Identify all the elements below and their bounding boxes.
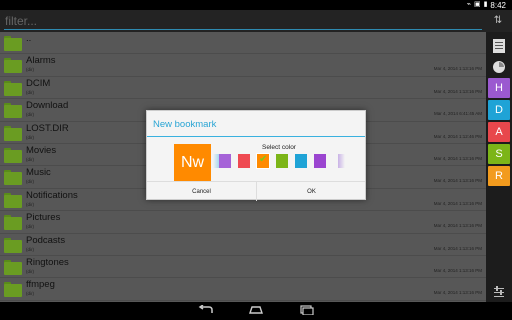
color-swatch[interactable] xyxy=(295,154,307,168)
color-swatch[interactable]: ✔ xyxy=(256,153,270,169)
color-swatch[interactable] xyxy=(276,154,288,168)
color-swatch[interactable] xyxy=(314,154,326,168)
title-divider xyxy=(147,136,365,137)
select-color-label: Select color xyxy=(262,144,296,151)
scroll-fade-right xyxy=(338,154,345,168)
dialog-buttons: Cancel OK xyxy=(147,181,366,201)
color-picker: ✔ xyxy=(213,153,345,169)
cancel-button[interactable]: Cancel xyxy=(147,182,256,201)
bookmark-preview: Nw xyxy=(174,144,211,181)
ok-button[interactable]: OK xyxy=(257,182,366,201)
checkmark-icon: ✔ xyxy=(259,154,268,165)
new-bookmark-dialog: New bookmark Nw Select color ✔ Cancel OK xyxy=(146,110,366,201)
color-swatch[interactable] xyxy=(238,154,250,168)
color-swatch[interactable] xyxy=(219,154,231,168)
dialog-title: New bookmark xyxy=(153,119,217,130)
